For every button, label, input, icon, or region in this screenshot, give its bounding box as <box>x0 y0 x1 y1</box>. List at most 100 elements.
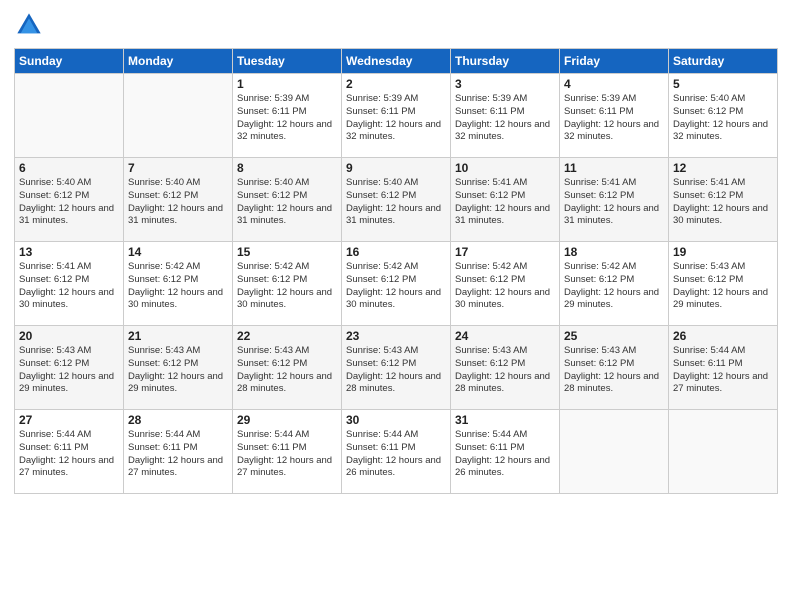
day-info: Sunrise: 5:42 AMSunset: 6:12 PMDaylight:… <box>455 261 555 312</box>
calendar-cell: 9 Sunrise: 5:40 AMSunset: 6:12 PMDaylight… <box>342 158 451 242</box>
calendar-cell: 17 Sunrise: 5:42 AMSunset: 6:12 PMDayligh… <box>451 242 560 326</box>
calendar-week-5: 27 Sunrise: 5:44 AMSunset: 6:11 PMDayligh… <box>15 410 778 494</box>
calendar-cell: 2Sunrise: 5:39 AMSunset: 6:11 PMDaylight… <box>342 74 451 158</box>
header <box>14 10 778 40</box>
calendar-cell: 20Sunrise: 5:43 AMSunset: 6:12 PMDayligh… <box>15 326 124 410</box>
day-info: Sunrise: 5:43 AMSunset: 6:12 PMDaylight:… <box>346 345 446 396</box>
day-number: 19 <box>673 245 773 259</box>
calendar-cell: 12 Sunrise: 5:41 AMSunset: 6:12 PMDayligh… <box>669 158 778 242</box>
day-number: 4 <box>564 77 664 91</box>
day-info: Sunrise: 5:39 AMSunset: 6:11 PMDaylight:… <box>564 93 664 144</box>
day-number: 14 <box>128 245 228 259</box>
day-number: 3 <box>455 77 555 91</box>
calendar-week-1: 1 Sunrise: 5:39 AMSunset: 6:11 PMDaylight… <box>15 74 778 158</box>
calendar-cell: 21 Sunrise: 5:43 AMSunset: 6:12 PMDayligh… <box>124 326 233 410</box>
day-number: 22 <box>237 329 337 343</box>
day-number: 7 <box>128 161 228 175</box>
day-number: 24 <box>455 329 555 343</box>
calendar-week-2: 6 Sunrise: 5:40 AMSunset: 6:12 PMDaylight… <box>15 158 778 242</box>
calendar-cell: 26 Sunrise: 5:44 AMSunset: 6:11 PMDayligh… <box>669 326 778 410</box>
day-info: Sunrise: 5:43 AMSunset: 6:12 PMDaylight:… <box>19 345 119 396</box>
day-info: Sunrise: 5:41 AMSunset: 6:12 PMDaylight:… <box>455 177 555 228</box>
calendar-header-row: SundayMondayTuesdayWednesdayThursdayFrid… <box>15 49 778 74</box>
day-number: 18 <box>564 245 664 259</box>
calendar-cell: 1 Sunrise: 5:39 AMSunset: 6:11 PMDaylight… <box>233 74 342 158</box>
calendar-cell: 24 Sunrise: 5:43 AMSunset: 6:12 PMDayligh… <box>451 326 560 410</box>
day-number: 31 <box>455 413 555 427</box>
page: SundayMondayTuesdayWednesdayThursdayFrid… <box>0 0 792 612</box>
day-info: Sunrise: 5:42 AMSunset: 6:12 PMDaylight:… <box>564 261 664 312</box>
day-info: Sunrise: 5:43 AMSunset: 6:12 PMDaylight:… <box>673 261 773 312</box>
day-info: Sunrise: 5:43 AMSunset: 6:12 PMDaylight:… <box>128 345 228 396</box>
day-info: Sunrise: 5:44 AMSunset: 6:11 PMDaylight:… <box>237 429 337 480</box>
calendar-cell: 22 Sunrise: 5:43 AMSunset: 6:12 PMDayligh… <box>233 326 342 410</box>
calendar-cell: 10 Sunrise: 5:41 AMSunset: 6:12 PMDayligh… <box>451 158 560 242</box>
day-number: 2 <box>346 77 446 91</box>
day-number: 23 <box>346 329 446 343</box>
day-number: 10 <box>455 161 555 175</box>
day-number: 30 <box>346 413 446 427</box>
calendar-cell: 3 Sunrise: 5:39 AMSunset: 6:11 PMDaylight… <box>451 74 560 158</box>
calendar-header-monday: Monday <box>124 49 233 74</box>
day-number: 25 <box>564 329 664 343</box>
day-info: Sunrise: 5:44 AMSunset: 6:11 PMDaylight:… <box>346 429 446 480</box>
day-info: Sunrise: 5:41 AMSunset: 6:12 PMDaylight:… <box>673 177 773 228</box>
calendar-cell: 6 Sunrise: 5:40 AMSunset: 6:12 PMDaylight… <box>15 158 124 242</box>
calendar-cell: 16 Sunrise: 5:42 AMSunset: 6:12 PMDayligh… <box>342 242 451 326</box>
calendar-header-sunday: Sunday <box>15 49 124 74</box>
calendar-header-wednesday: Wednesday <box>342 49 451 74</box>
calendar-cell: 8Sunrise: 5:40 AMSunset: 6:12 PMDaylight… <box>233 158 342 242</box>
calendar-cell <box>124 74 233 158</box>
day-number: 17 <box>455 245 555 259</box>
day-info: Sunrise: 5:39 AMSunset: 6:11 PMDaylight:… <box>455 93 555 144</box>
day-info: Sunrise: 5:42 AMSunset: 6:12 PMDaylight:… <box>128 261 228 312</box>
day-number: 16 <box>346 245 446 259</box>
day-number: 13 <box>19 245 119 259</box>
calendar-cell: 18 Sunrise: 5:42 AMSunset: 6:12 PMDayligh… <box>560 242 669 326</box>
calendar-header-thursday: Thursday <box>451 49 560 74</box>
calendar-cell: 13 Sunrise: 5:41 AMSunset: 6:12 PMDayligh… <box>15 242 124 326</box>
day-number: 15 <box>237 245 337 259</box>
day-info: Sunrise: 5:43 AMSunset: 6:12 PMDaylight:… <box>455 345 555 396</box>
calendar-cell: 27Sunrise: 5:44 AMSunset: 6:11 PMDayligh… <box>15 410 124 494</box>
day-number: 8 <box>237 161 337 175</box>
day-info: Sunrise: 5:42 AMSunset: 6:12 PMDaylight:… <box>237 261 337 312</box>
day-info: Sunrise: 5:40 AMSunset: 6:12 PMDaylight:… <box>19 177 119 228</box>
day-info: Sunrise: 5:41 AMSunset: 6:12 PMDaylight:… <box>19 261 119 312</box>
day-info: Sunrise: 5:40 AMSunset: 6:12 PMDaylight:… <box>673 93 773 144</box>
calendar-cell: 28 Sunrise: 5:44 AMSunset: 6:11 PMDayligh… <box>124 410 233 494</box>
day-number: 5 <box>673 77 773 91</box>
calendar-week-3: 13 Sunrise: 5:41 AMSunset: 6:12 PMDayligh… <box>15 242 778 326</box>
calendar-cell: 30 Sunrise: 5:44 AMSunset: 6:11 PMDayligh… <box>342 410 451 494</box>
calendar-header-friday: Friday <box>560 49 669 74</box>
day-number: 28 <box>128 413 228 427</box>
day-info: Sunrise: 5:43 AMSunset: 6:12 PMDaylight:… <box>564 345 664 396</box>
day-info: Sunrise: 5:40 AMSunset: 6:12 PMDaylight:… <box>346 177 446 228</box>
day-info: Sunrise: 5:42 AMSunset: 6:12 PMDaylight:… <box>346 261 446 312</box>
calendar-cell <box>669 410 778 494</box>
day-info: Sunrise: 5:41 AMSunset: 6:12 PMDaylight:… <box>564 177 664 228</box>
day-info: Sunrise: 5:44 AMSunset: 6:11 PMDaylight:… <box>673 345 773 396</box>
day-number: 1 <box>237 77 337 91</box>
day-info: Sunrise: 5:44 AMSunset: 6:11 PMDaylight:… <box>128 429 228 480</box>
day-number: 21 <box>128 329 228 343</box>
day-number: 26 <box>673 329 773 343</box>
day-number: 11 <box>564 161 664 175</box>
day-number: 29 <box>237 413 337 427</box>
day-number: 27 <box>19 413 119 427</box>
calendar-cell <box>560 410 669 494</box>
day-info: Sunrise: 5:39 AMSunset: 6:11 PMDaylight:… <box>237 93 337 144</box>
day-info: Sunrise: 5:43 AMSunset: 6:12 PMDaylight:… <box>237 345 337 396</box>
calendar-header-saturday: Saturday <box>669 49 778 74</box>
day-number: 6 <box>19 161 119 175</box>
day-info: Sunrise: 5:44 AMSunset: 6:11 PMDaylight:… <box>455 429 555 480</box>
calendar-cell <box>15 74 124 158</box>
day-number: 12 <box>673 161 773 175</box>
calendar-cell: 4 Sunrise: 5:39 AMSunset: 6:11 PMDaylight… <box>560 74 669 158</box>
calendar-cell: 5 Sunrise: 5:40 AMSunset: 6:12 PMDaylight… <box>669 74 778 158</box>
calendar-cell: 31 Sunrise: 5:44 AMSunset: 6:11 PMDayligh… <box>451 410 560 494</box>
day-info: Sunrise: 5:40 AMSunset: 6:12 PMDaylight:… <box>128 177 228 228</box>
day-number: 9 <box>346 161 446 175</box>
calendar-cell: 15 Sunrise: 5:42 AMSunset: 6:12 PMDayligh… <box>233 242 342 326</box>
calendar-cell: 7 Sunrise: 5:40 AMSunset: 6:12 PMDaylight… <box>124 158 233 242</box>
